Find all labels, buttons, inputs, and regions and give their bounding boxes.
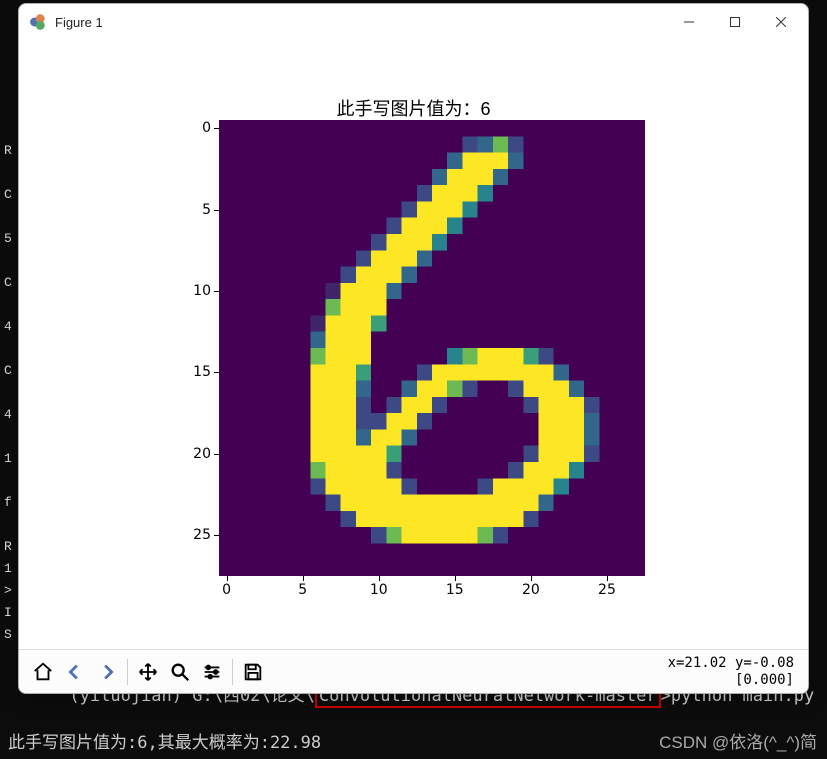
heatmap-axes: 05101520250510152025	[219, 120, 645, 576]
heatmap-image	[219, 120, 645, 576]
coord-value: [0.000]	[668, 672, 794, 689]
y-tick-label: 25	[193, 527, 211, 543]
window-title: Figure 1	[55, 15, 103, 30]
x-tick-label: 0	[222, 582, 231, 598]
forward-button[interactable]	[91, 656, 123, 688]
matplotlib-toolbar: x=21.02 y=-0.08 [0.000]	[19, 649, 808, 693]
figure-window: Figure 1 此手写图片值为：6 05101520250510152025	[18, 3, 809, 694]
y-tick-label: 0	[202, 120, 211, 136]
y-tick-label: 5	[202, 202, 211, 218]
y-tick-label: 15	[193, 364, 211, 380]
coord-xy: x=21.02 y=-0.08	[668, 655, 794, 672]
watermark: CSDN @依洛(^_^)简	[659, 728, 817, 753]
close-button[interactable]	[758, 6, 804, 38]
titlebar[interactable]: Figure 1	[19, 4, 808, 40]
x-tick-label: 15	[446, 582, 464, 598]
y-tick-label: 10	[193, 283, 211, 299]
maximize-button[interactable]	[712, 6, 758, 38]
terminal-left-gutter: R C 5 C 4 C 4 1 f R1>IS	[0, 140, 20, 646]
zoom-button[interactable]	[164, 656, 196, 688]
app-icon	[29, 13, 47, 31]
chart-title: 此手写图片值为：6	[19, 95, 808, 121]
x-tick-label: 10	[370, 582, 388, 598]
x-tick-label: 20	[522, 582, 540, 598]
save-button[interactable]	[237, 656, 269, 688]
y-tick-label: 20	[193, 446, 211, 462]
configure-subplots-button[interactable]	[196, 656, 228, 688]
home-button[interactable]	[27, 656, 59, 688]
x-tick-label: 5	[298, 582, 307, 598]
figure-canvas-area[interactable]: 此手写图片值为：6 05101520250510152025	[19, 40, 808, 649]
cursor-coordinates: x=21.02 y=-0.08 [0.000]	[668, 655, 800, 689]
pan-button[interactable]	[132, 656, 164, 688]
toolbar-separator	[127, 659, 128, 685]
back-button[interactable]	[59, 656, 91, 688]
x-tick-label: 25	[598, 582, 616, 598]
toolbar-separator	[232, 659, 233, 685]
minimize-button[interactable]	[666, 6, 712, 38]
